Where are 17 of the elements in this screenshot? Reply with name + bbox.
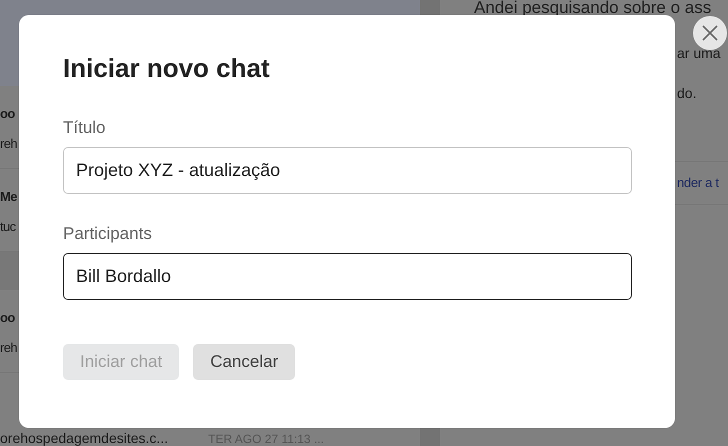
close-icon: [701, 24, 719, 42]
dialog-title: Iniciar novo chat: [63, 53, 271, 84]
conversation-preview: reh: [0, 135, 17, 153]
cancel-button[interactable]: Cancelar: [193, 344, 296, 380]
conversation-preview: reh: [0, 339, 17, 357]
conversation-name: oo: [0, 309, 15, 327]
message-text: do.: [677, 85, 696, 101]
message-text: ar uma: [677, 45, 721, 61]
conversation-preview: tuc: [0, 218, 16, 236]
field-label: Título: [63, 118, 107, 138]
message-text: Andei pesquisando sobre o ass: [473, 0, 712, 15]
conversation-name: Me: [0, 188, 17, 206]
conversation-name: oo: [0, 105, 15, 123]
field-label: Participants: [63, 224, 153, 244]
conversation-preview: orehospedagemdesites.c...: [0, 430, 168, 446]
input-field[interactable]: Bill Bordallo: [63, 253, 632, 300]
input-field[interactable]: Projeto XYZ - atualização: [63, 147, 632, 194]
